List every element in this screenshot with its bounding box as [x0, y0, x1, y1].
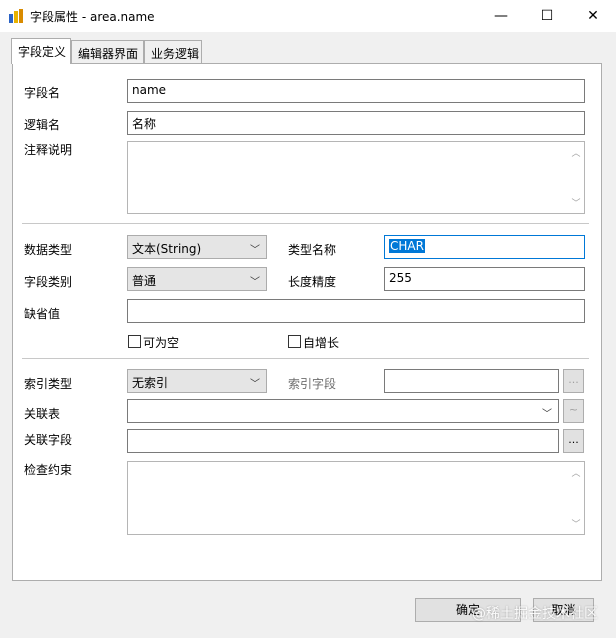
- scroll-up-icon[interactable]: ︿: [568, 466, 584, 479]
- chevron-down-icon: ﹀: [250, 245, 260, 256]
- app-icon: [9, 9, 23, 23]
- related-field-input[interactable]: [127, 429, 559, 453]
- chevron-down-icon: ﹀: [250, 277, 260, 288]
- type-name-label: 类型名称: [288, 243, 337, 257]
- related-field-label: 关联字段: [24, 433, 73, 447]
- field-category-value: 普通: [132, 274, 157, 288]
- separator: [22, 358, 589, 359]
- comment-label: 注释说明: [24, 143, 73, 157]
- logic-name-label: 逻辑名: [24, 118, 61, 132]
- length-input[interactable]: 255: [384, 267, 585, 291]
- logic-name-input[interactable]: 名称: [127, 111, 585, 135]
- tab-field-definition[interactable]: 字段定义: [11, 38, 71, 64]
- tab-business-logic[interactable]: 业务逻辑: [144, 40, 202, 63]
- title-bar: 字段属性 - area.name — ☐ ✕: [0, 0, 616, 32]
- scroll-down-icon[interactable]: ﹀: [568, 517, 584, 530]
- index-type-value: 无索引: [132, 376, 169, 390]
- nullable-label[interactable]: 可为空: [143, 334, 179, 351]
- field-name-input[interactable]: name: [127, 79, 585, 103]
- related-field-browse-button[interactable]: ...: [563, 429, 584, 453]
- separator: [22, 223, 589, 224]
- data-type-select[interactable]: 文本(String) ﹀: [127, 235, 267, 259]
- default-label: 缺省值: [24, 307, 61, 321]
- related-table-label: 关联表: [24, 407, 61, 421]
- index-type-select[interactable]: 无索引 ﹀: [127, 369, 267, 393]
- watermark: @稀土掘金技术社区: [472, 606, 598, 622]
- autoinc-checkbox[interactable]: [288, 335, 301, 348]
- data-type-label: 数据类型: [24, 243, 73, 257]
- scroll-up-icon[interactable]: ︿: [568, 146, 584, 159]
- window-title: 字段属性 - area.name: [30, 10, 155, 24]
- index-field-label: 索引字段: [288, 377, 337, 391]
- index-field-browse-button[interactable]: ...: [563, 369, 584, 393]
- check-label: 检查约束: [24, 463, 73, 477]
- type-name-value: CHAR: [389, 239, 425, 253]
- autoinc-label[interactable]: 自增长: [303, 334, 339, 351]
- comment-textarea[interactable]: ︿ ﹀: [127, 141, 585, 214]
- maximize-button[interactable]: ☐: [524, 0, 570, 32]
- scroll-down-icon[interactable]: ﹀: [568, 196, 584, 209]
- data-type-value: 文本(String): [132, 242, 202, 256]
- index-field-input[interactable]: [384, 369, 559, 393]
- chevron-down-icon: ﹀: [250, 379, 260, 390]
- related-table-button[interactable]: ~: [563, 399, 584, 423]
- close-button[interactable]: ✕: [570, 0, 616, 32]
- minimize-button[interactable]: —: [478, 0, 524, 32]
- check-scrollbar[interactable]: ︿ ﹀: [568, 462, 584, 534]
- length-label: 长度精度: [288, 275, 337, 289]
- field-category-select[interactable]: 普通 ﹀: [127, 267, 267, 291]
- default-input[interactable]: [127, 299, 585, 323]
- tab-editor-ui[interactable]: 编辑器界面: [71, 40, 144, 63]
- type-name-input[interactable]: CHAR: [384, 235, 585, 259]
- chevron-down-icon: ﹀: [542, 409, 552, 420]
- related-table-select[interactable]: ﹀: [127, 399, 559, 423]
- field-name-label: 字段名: [24, 86, 61, 100]
- check-textarea[interactable]: ︿ ﹀: [127, 461, 585, 535]
- comment-scrollbar[interactable]: ︿ ﹀: [568, 142, 584, 213]
- field-category-label: 字段类别: [24, 275, 73, 289]
- nullable-checkbox[interactable]: [128, 335, 141, 348]
- index-type-label: 索引类型: [24, 377, 73, 391]
